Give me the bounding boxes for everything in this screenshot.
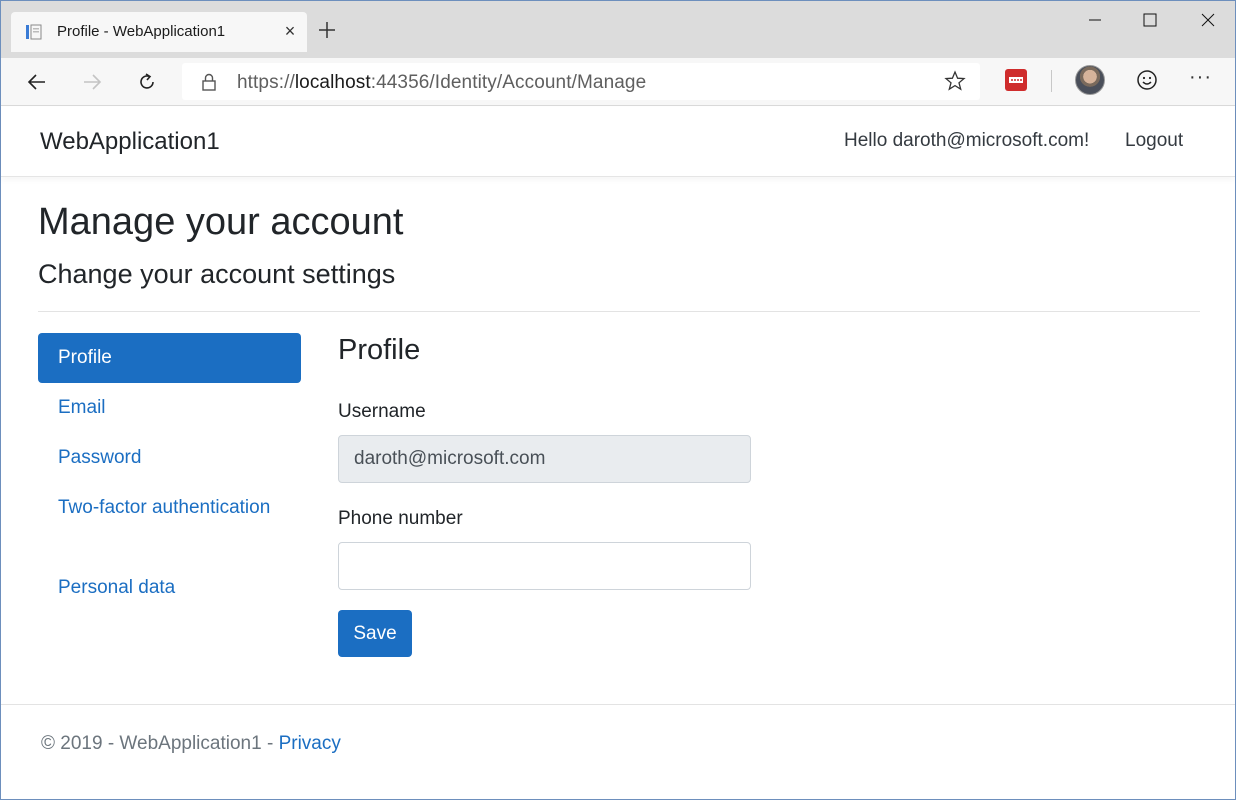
extension-icon[interactable] [1005, 69, 1027, 91]
logout-button[interactable]: Logout [1125, 130, 1183, 152]
site-navbar: WebApplication1 Hello daroth@microsoft.c… [1, 107, 1235, 177]
refresh-icon[interactable] [132, 67, 162, 97]
manage-sidenav: Profile Email Password Two-factor authen… [38, 333, 301, 613]
page-title: Manage your account [38, 201, 404, 243]
toolbar-divider [1051, 70, 1052, 92]
close-window-icon[interactable] [1185, 7, 1231, 35]
phone-number-field[interactable] [338, 542, 751, 590]
copyright-text: © 2019 - WebApplication1 - [41, 733, 279, 754]
lock-icon [202, 73, 216, 91]
sidenav-item-email[interactable]: Email [38, 383, 301, 433]
browser-tab[interactable]: Profile - WebApplication1 × [11, 12, 307, 52]
footer-text: © 2019 - WebApplication1 - Privacy [41, 733, 341, 755]
profile-avatar[interactable] [1075, 65, 1105, 95]
address-bar[interactable]: https://localhost:44356/Identity/Account… [182, 63, 980, 100]
back-icon[interactable] [22, 67, 52, 97]
forward-icon[interactable] [77, 67, 107, 97]
phone-label: Phone number [338, 508, 463, 529]
tab-strip: Profile - WebApplication1 × [1, 1, 1235, 58]
sidenav-item-password[interactable]: Password [38, 433, 301, 483]
web-page: WebApplication1 Hello daroth@microsoft.c… [1, 107, 1235, 799]
favorite-star-icon[interactable] [944, 70, 966, 92]
browser-toolbar: https://localhost:44356/Identity/Account… [1, 58, 1235, 106]
username-field: daroth@microsoft.com [338, 435, 751, 483]
sidenav-item-two-factor[interactable]: Two-factor authentication [38, 483, 301, 563]
save-button[interactable]: Save [338, 610, 412, 657]
hello-user-link[interactable]: Hello daroth@microsoft.com! [844, 130, 1089, 152]
username-label: Username [338, 401, 426, 422]
sidenav-item-personal-data[interactable]: Personal data [38, 563, 301, 613]
new-tab-icon[interactable] [315, 18, 339, 42]
divider [38, 311, 1200, 312]
page-subtitle: Change your account settings [38, 259, 396, 289]
tab-title: Profile - WebApplication1 [57, 23, 226, 40]
form-heading: Profile [338, 334, 421, 366]
page-icon [26, 24, 42, 40]
minimize-icon[interactable] [1072, 7, 1118, 35]
url-text: https://localhost:44356/Identity/Account… [237, 72, 647, 93]
site-footer: © 2019 - WebApplication1 - Privacy [1, 704, 1235, 800]
feedback-smiley-icon[interactable] [1135, 68, 1159, 92]
more-options-icon[interactable]: ··· [1189, 66, 1212, 89]
privacy-link[interactable]: Privacy [279, 733, 341, 754]
site-brand-link[interactable]: WebApplication1 [40, 128, 220, 156]
close-tab-icon[interactable]: × [281, 22, 299, 40]
sidenav-item-profile[interactable]: Profile [38, 333, 301, 383]
profile-form: Profile Username daroth@microsoft.com Ph… [338, 333, 751, 657]
maximize-icon[interactable] [1127, 7, 1173, 35]
browser-window: Profile - WebApplication1 × https://loca… [0, 0, 1236, 800]
